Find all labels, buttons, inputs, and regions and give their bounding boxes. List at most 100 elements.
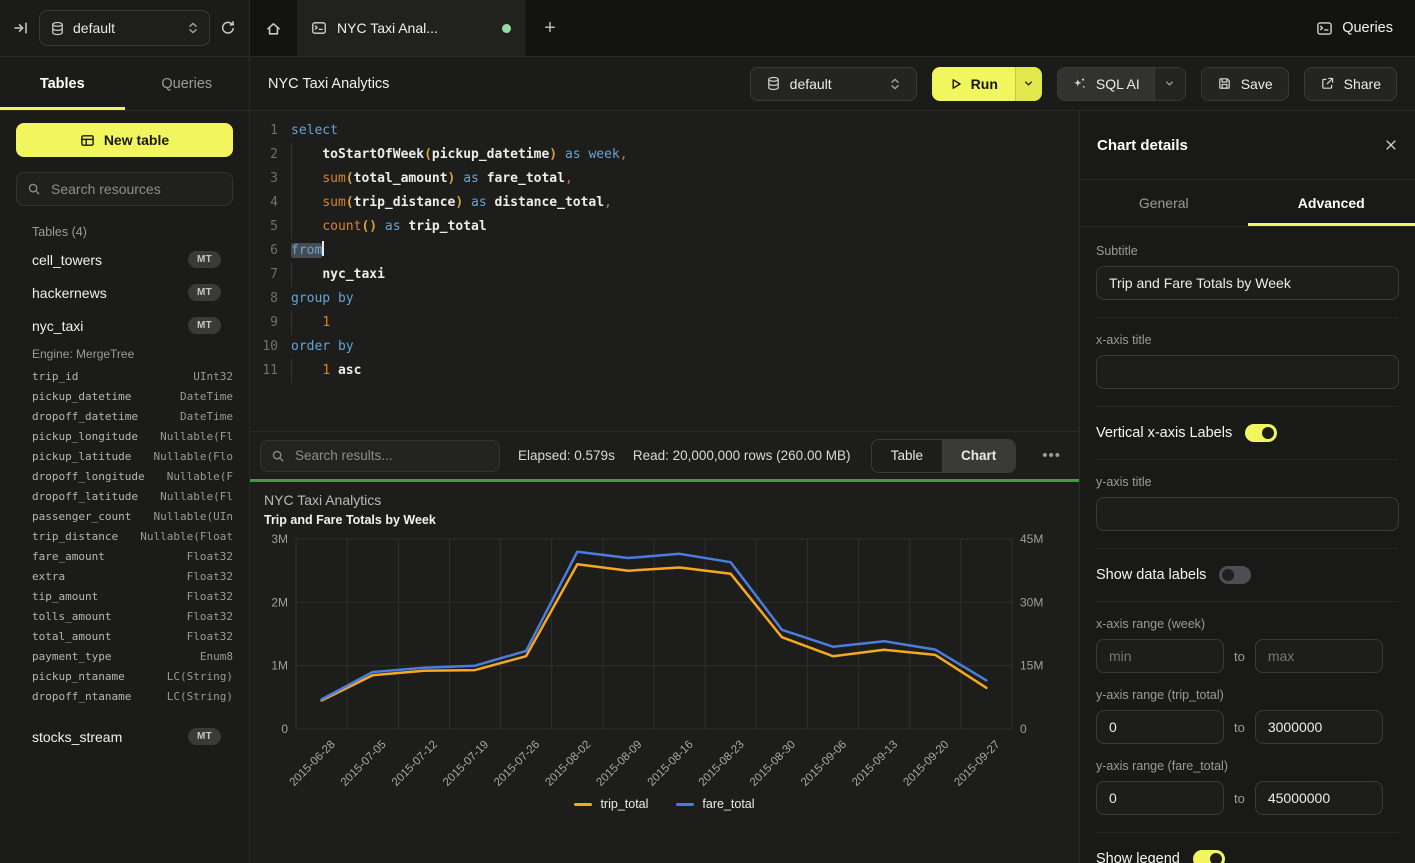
editor-line: 8group by: [250, 287, 1079, 311]
line-code: toStartOfWeek(pickup_datetime) as week,: [291, 143, 1079, 167]
yaxis-range-trip-max-input[interactable]: [1255, 710, 1383, 744]
table-row[interactable]: cell_towersMT: [32, 243, 233, 276]
panel-tab-advanced[interactable]: Advanced: [1248, 180, 1415, 226]
share-button[interactable]: Share: [1304, 67, 1397, 101]
show-data-labels-row: Show data labels: [1096, 566, 1399, 584]
sql-ai-label: SQL AI: [1096, 76, 1140, 92]
sidebar-search[interactable]: [16, 172, 233, 206]
subtitle-input[interactable]: [1096, 266, 1399, 300]
svg-text:2015-08-30: 2015-08-30: [748, 739, 798, 789]
svg-text:0: 0: [1020, 722, 1027, 736]
vertical-xaxis-labels-toggle[interactable]: [1245, 424, 1277, 442]
sql-editor[interactable]: 1select2 toStartOfWeek(pickup_datetime) …: [250, 111, 1079, 431]
yaxis-title-input[interactable]: [1096, 497, 1399, 531]
xaxis-range-label: x-axis range (week): [1096, 617, 1399, 631]
sidebar-search-input[interactable]: [49, 180, 234, 198]
svg-text:15M: 15M: [1020, 659, 1043, 673]
toggle-knob: [1222, 569, 1234, 581]
table-row[interactable]: stocks_stream MT: [32, 720, 233, 753]
yaxis-range-fare-min-input[interactable]: [1096, 781, 1224, 815]
svg-text:2015-08-02: 2015-08-02: [543, 739, 593, 789]
new-tab-button[interactable]: +: [526, 0, 574, 56]
column-type: Float32: [187, 610, 233, 623]
text-cursor: [322, 241, 324, 256]
sidebar-tab-tables[interactable]: Tables: [0, 57, 125, 110]
yaxis-range-fare-total-label: y-axis range (fare_total): [1096, 759, 1399, 773]
table-row[interactable]: nyc_taxiMT: [32, 309, 233, 342]
line-number: 8: [250, 287, 278, 311]
xaxis-title-input[interactable]: [1096, 355, 1399, 389]
show-legend-toggle[interactable]: [1193, 850, 1225, 863]
body: Tables Queries New table Tables (4) cell…: [0, 57, 1415, 863]
column-row: pickup_longitudeNullable(Fl: [32, 426, 233, 446]
column-name: total_amount: [32, 630, 111, 643]
divider: [1096, 459, 1399, 460]
toolbar-database-selector[interactable]: default: [750, 67, 917, 101]
column-name: dropoff_datetime: [32, 410, 138, 423]
new-table-button[interactable]: New table: [16, 123, 233, 157]
more-options-button[interactable]: •••: [1034, 447, 1069, 464]
save-button[interactable]: Save: [1201, 67, 1289, 101]
run-button[interactable]: Run: [932, 67, 1015, 101]
show-data-labels-toggle[interactable]: [1219, 566, 1251, 584]
xaxis-range-row: to: [1096, 639, 1399, 673]
editor-line: 1select: [250, 119, 1079, 143]
table-engine-detail: Engine: MergeTree: [32, 342, 233, 366]
panel-tab-general[interactable]: General: [1080, 180, 1248, 226]
column-type: Float32: [187, 630, 233, 643]
line-number: 7: [250, 263, 278, 287]
to-label: to: [1234, 649, 1245, 664]
line-code: count() as trip_total: [291, 215, 1079, 239]
results-toolbar: Elapsed: 0.579s Read: 20,000,000 rows (2…: [250, 431, 1079, 479]
line-number: 10: [250, 335, 278, 359]
column-name: pickup_datetime: [32, 390, 131, 403]
sql-ai-button[interactable]: SQL AI: [1058, 68, 1154, 100]
xaxis-range-min-input[interactable]: [1096, 639, 1224, 673]
results-search[interactable]: [260, 440, 500, 472]
table-row[interactable]: hackernewsMT: [32, 276, 233, 309]
run-options-button[interactable]: [1015, 67, 1042, 101]
line-number: 3: [250, 167, 278, 191]
run-button-group: Run: [932, 67, 1042, 101]
select-caret-icon: [187, 21, 199, 35]
column-row: payment_typeEnum8: [32, 646, 233, 666]
table-engine-badge: MT: [188, 728, 221, 745]
database-selector[interactable]: default: [39, 10, 210, 46]
yaxis-title-label: y-axis title: [1096, 475, 1399, 489]
yaxis-range-trip-min-input[interactable]: [1096, 710, 1224, 744]
view-toggle-table[interactable]: Table: [872, 440, 942, 472]
tab-nyc-taxi-analytics[interactable]: NYC Taxi Anal...: [297, 0, 526, 56]
results-search-input[interactable]: [293, 447, 489, 464]
topbar: default NYC Taxi Anal... + Queries: [0, 0, 1415, 57]
panel-body: Subtitle x-axis title Vertical x-axis La…: [1080, 227, 1415, 863]
line-number: 6: [250, 239, 278, 263]
sql-ai-options-button[interactable]: [1154, 68, 1185, 100]
xaxis-range-max-input[interactable]: [1255, 639, 1383, 673]
yaxis-range-fare-max-input[interactable]: [1255, 781, 1383, 815]
view-toggle-chart[interactable]: Chart: [942, 440, 1015, 472]
sql-editor-lines: 1select2 toStartOfWeek(pickup_datetime) …: [250, 119, 1079, 383]
column-name: pickup_latitude: [32, 450, 131, 463]
legend-item[interactable]: trip_total: [574, 797, 648, 811]
database-icon: [766, 76, 781, 91]
sidebar-tab-queries[interactable]: Queries: [125, 57, 250, 110]
column-row: pickup_latitudeNullable(Flo: [32, 446, 233, 466]
column-row: extraFloat32: [32, 566, 233, 586]
table-name: stocks_stream: [32, 729, 122, 745]
queries-button[interactable]: Queries: [1294, 0, 1415, 56]
save-label: Save: [1241, 76, 1273, 92]
line-code: nyc_taxi: [291, 263, 1079, 287]
home-button[interactable]: [250, 0, 297, 56]
vertical-xaxis-labels-row: Vertical x-axis Labels: [1096, 424, 1399, 442]
column-name: tolls_amount: [32, 610, 111, 623]
legend-item[interactable]: fare_total: [676, 797, 754, 811]
line-code: 1 asc: [291, 359, 1079, 383]
table-name: nyc_taxi: [32, 318, 83, 334]
xaxis-title-label: x-axis title: [1096, 333, 1399, 347]
close-icon[interactable]: [1384, 138, 1398, 152]
collapse-sidebar-icon[interactable]: [13, 20, 29, 36]
refresh-icon[interactable]: [220, 20, 236, 36]
svg-text:2015-09-20: 2015-09-20: [901, 739, 951, 789]
chart-subtitle: Trip and Fare Totals by Week: [264, 513, 1065, 527]
svg-text:0: 0: [281, 722, 288, 736]
